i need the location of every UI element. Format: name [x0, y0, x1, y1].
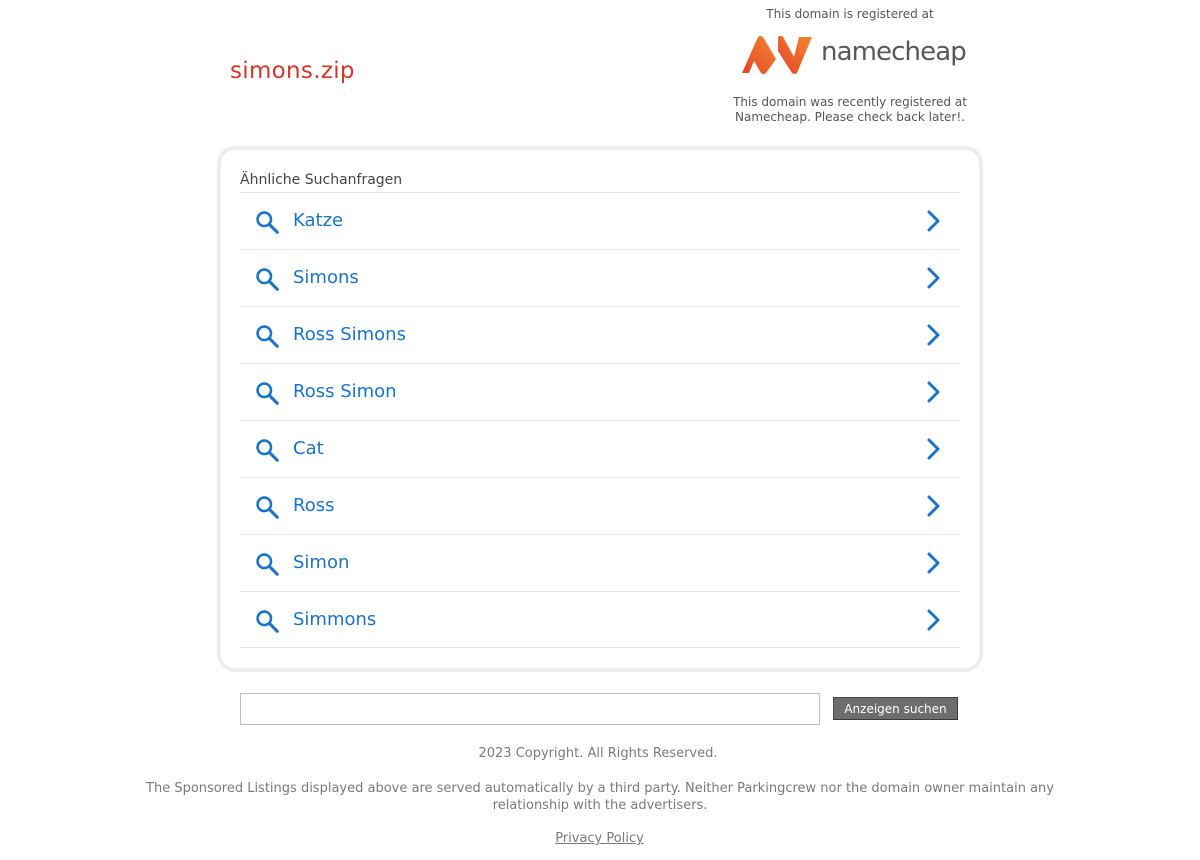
chevron-right-icon: [927, 438, 940, 460]
sponsored-disclaimer: The Sponsored Listings displayed above a…: [146, 781, 1054, 813]
chevron-right-icon: [927, 324, 940, 346]
search-result-link[interactable]: Simons: [240, 249, 960, 306]
search-result-link[interactable]: Ross Simon: [240, 363, 960, 420]
search-ads-button[interactable]: Anzeigen suchen: [833, 697, 958, 720]
search-result-label: Simon: [293, 552, 350, 573]
ad-search-input[interactable]: [240, 693, 820, 725]
search-result-label: Ross: [293, 495, 335, 516]
search-result-label: Simons: [293, 267, 359, 288]
chevron-right-icon: [927, 267, 940, 289]
panel-heading: Ähnliche Suchanfragen: [240, 172, 403, 188]
namecheap-logo[interactable]: namecheap: [740, 35, 967, 77]
search-result-link[interactable]: Ross Simons: [240, 306, 960, 363]
search-icon: [256, 439, 279, 462]
search-icon: [256, 211, 279, 234]
search-result-label: Ross Simon: [293, 381, 397, 402]
registrar-notice-line-1: This domain was recently registered at: [733, 95, 967, 109]
registrar-notice: This domain was recently registered at N…: [718, 95, 982, 125]
chevron-right-icon: [927, 609, 940, 631]
search-result-label: Katze: [293, 210, 344, 231]
search-result-label: Simmons: [293, 609, 377, 630]
chevron-right-icon: [927, 381, 940, 403]
search-icon: [256, 325, 279, 348]
privacy-policy-container: Privacy Policy: [0, 831, 1199, 846]
chevron-right-icon: [927, 210, 940, 232]
namecheap-mark-icon: [742, 36, 812, 74]
search-icon: [256, 496, 279, 519]
privacy-policy-link[interactable]: Privacy Policy: [555, 831, 644, 846]
search-result-label: Ross Simons: [293, 324, 406, 345]
chevron-right-icon: [927, 495, 940, 517]
registrar-notice-line-2: Namecheap. Please check back later!.: [735, 110, 965, 124]
search-result-link[interactable]: Cat: [240, 420, 960, 477]
search-result-link[interactable]: Simmons: [240, 591, 960, 648]
chevron-right-icon: [927, 552, 940, 574]
search-icon: [256, 382, 279, 405]
search-icon: [256, 553, 279, 576]
domain-title: simons.zip: [230, 58, 355, 84]
search-result-link[interactable]: Katze: [240, 192, 960, 249]
search-result-link[interactable]: Simon: [240, 534, 960, 591]
namecheap-wordmark: namecheap: [821, 37, 967, 67]
search-result-link[interactable]: Ross: [240, 477, 960, 534]
related-searches-list: Katze Simons Ross Simons Ross Simon Cat …: [240, 192, 960, 648]
search-result-label: Cat: [293, 438, 324, 459]
registrar-box: This domain is registered at namecheap T…: [718, 0, 982, 130]
related-searches-panel: Ähnliche Suchanfragen Katze Simons Ross …: [217, 146, 983, 672]
search-icon: [256, 268, 279, 291]
registrar-caption: This domain is registered at: [766, 7, 934, 21]
copyright-notice: 2023 Copyright. All Rights Reserved.: [478, 746, 718, 761]
search-icon: [256, 610, 279, 633]
